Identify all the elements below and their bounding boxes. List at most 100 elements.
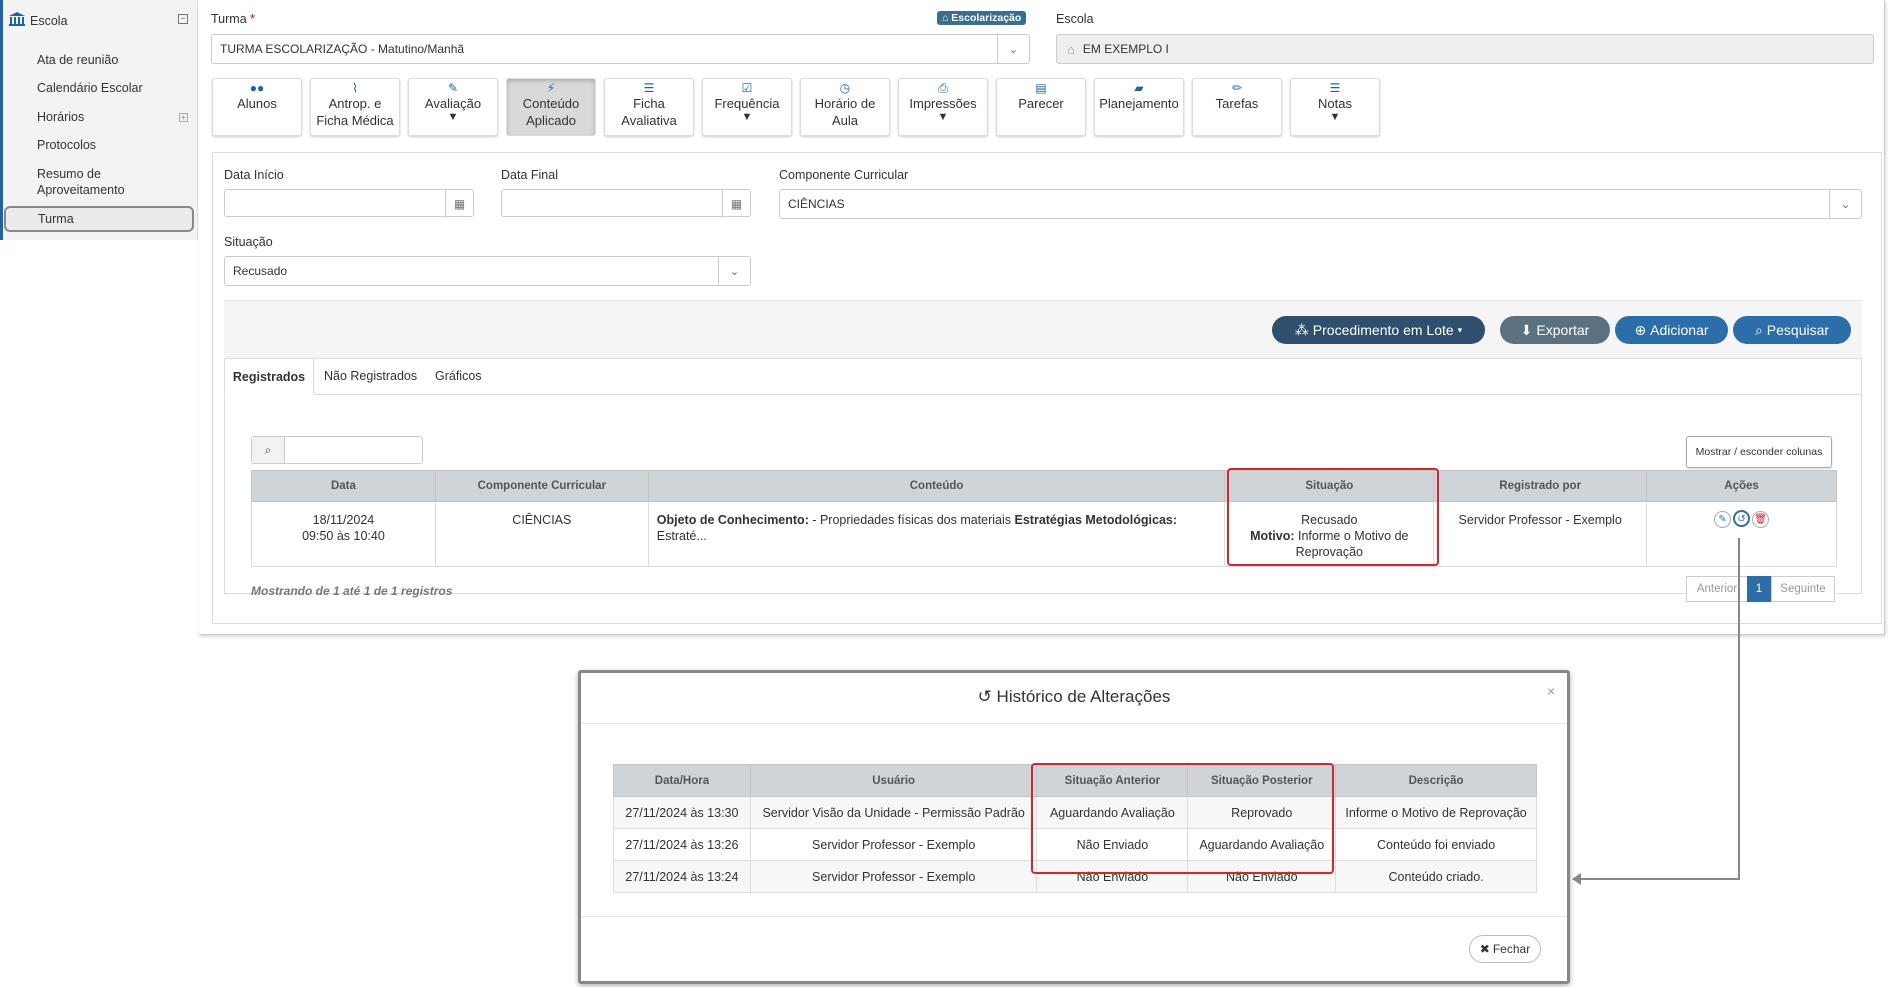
history-modal: ↺ Histórico de Alterações × Data/Hora Us… — [578, 670, 1570, 984]
cell-usuario: Servidor Professor - Exemplo — [749, 860, 1038, 893]
cell-descricao: Conteúdo criado. — [1335, 860, 1537, 893]
chevron-down-icon[interactable]: ⌄ — [718, 257, 750, 285]
search-icon: ⌕ — [1754, 321, 1763, 338]
col-componente[interactable]: Componente Curricular — [434, 470, 649, 502]
tile-parecer[interactable]: ▤ Parecer — [996, 78, 1086, 136]
pesquisar-button[interactable]: ⌕ Pesquisar — [1733, 316, 1851, 344]
chevron-down-icon[interactable]: ⌄ — [1829, 190, 1861, 218]
cell-descricao: Informe o Motivo de Reprovação — [1335, 796, 1537, 829]
tile-label: Tarefas — [1215, 96, 1259, 111]
situacao-label: Situação — [224, 235, 273, 249]
sidebar-header-label: Escola — [30, 14, 68, 28]
trash-icon[interactable]: 🗑 — [1752, 511, 1770, 528]
componente-select[interactable]: CIÊNCIAS ⌄ — [779, 189, 1862, 219]
tile-label-2: Ficha Médica — [316, 113, 394, 128]
conteudo-label-1: Objeto de Conhecimento: — [656, 513, 809, 527]
tile-label: Parecer — [1018, 96, 1064, 111]
tile-frequencia[interactable]: ☑ Frequência ▼ — [702, 78, 792, 136]
tab-nao-registrados[interactable]: Não Registrados — [324, 358, 424, 394]
chevron-down-icon[interactable]: ⌄ — [997, 35, 1029, 63]
list-icon: ☰ — [643, 81, 655, 95]
exportar-button[interactable]: ⬇ Exportar — [1500, 316, 1610, 344]
tile-label-2: Aula — [831, 113, 859, 128]
conteudo-text-2: Estraté... — [656, 529, 707, 543]
history-icon[interactable]: ↺ — [1733, 510, 1751, 527]
tile-planejamento[interactable]: ▰ Planejamento — [1094, 78, 1184, 136]
situacao-select[interactable]: Recusado ⌄ — [224, 256, 751, 286]
tile-label: Conteúdo — [522, 96, 580, 111]
cell-usuario: Servidor Professor - Exemplo — [749, 828, 1038, 861]
edit-icon[interactable]: ✎ — [1714, 511, 1732, 528]
cell-data: 18/11/2024 09:50 às 10:40 — [251, 501, 436, 567]
tile-label: Avaliação — [424, 96, 482, 111]
tag-text: Escolarização — [951, 12, 1022, 24]
sidebar-item-protocolos[interactable]: Protocolos — [37, 137, 96, 153]
edit-icon: ✎ — [447, 81, 459, 95]
data-table: Data Componente Curricular Conteúdo Situ… — [251, 470, 1837, 567]
calendar-icon[interactable]: ▦ — [722, 190, 750, 218]
procedimento-lote-button[interactable]: ⁂ Procedimento em Lote ▾ — [1272, 316, 1485, 344]
tile-label: Notas — [1318, 96, 1352, 111]
cubes-icon: ⁂ — [1294, 321, 1309, 338]
pencil-icon: ✏ — [1231, 81, 1243, 95]
tile-label: Impressões — [909, 96, 977, 111]
tile-impressoes[interactable]: ⎙ Impressões ▼ — [898, 78, 988, 136]
sidebar-item-calendario[interactable]: Calendário Escolar — [37, 80, 143, 96]
cell-registrado: Servidor Professor - Exemplo — [1433, 501, 1648, 567]
button-label: Fechar — [1492, 942, 1531, 956]
arrow-head — [1572, 873, 1581, 885]
expand-icon[interactable]: + — [179, 113, 188, 122]
tile-horario[interactable]: ◷ Horário de Aula — [800, 78, 890, 136]
cell-datahora: 27/11/2024 às 13:30 — [613, 796, 751, 829]
button-label: Adicionar — [1650, 322, 1709, 338]
tab-registrados[interactable]: Registrados — [224, 358, 314, 395]
button-label: Exportar — [1536, 322, 1590, 338]
col-data[interactable]: Data — [251, 470, 436, 502]
tile-label: Frequência — [714, 96, 780, 111]
sidebar-item-ata[interactable]: Ata de reunião — [37, 52, 118, 68]
show-hide-columns-button[interactable]: Mostrar / esconder colunas — [1686, 436, 1832, 468]
calendar-icon[interactable]: ▦ — [445, 190, 473, 218]
print-icon: ⎙ — [938, 81, 948, 95]
data-inicio-input[interactable]: ▦ — [224, 189, 474, 218]
tile-label: Planejamento — [1099, 96, 1179, 111]
pagination-page[interactable]: 1 — [1747, 576, 1771, 602]
button-label: Pesquisar — [1766, 322, 1830, 338]
sidebar-item-turma[interactable]: Turma — [4, 206, 194, 232]
sidebar-item-horarios[interactable]: Horários — [37, 109, 84, 125]
tile-conteudo[interactable]: ⚡ Conteúdo Aplicado — [506, 78, 596, 136]
collapse-icon[interactable]: − — [178, 14, 188, 24]
tile-avaliacao[interactable]: ✎ Avaliação ▼ — [408, 78, 498, 136]
turma-select[interactable]: TURMA ESCOLARIZAÇÃO - Matutino/Manhã ⌄ — [211, 34, 1030, 64]
pagination-next[interactable]: Seguinte — [1771, 576, 1835, 602]
fechar-button[interactable]: ✖ Fechar — [1469, 935, 1541, 963]
tile-label: Alunos — [237, 96, 277, 111]
col-conteudo[interactable]: Conteúdo — [647, 470, 1226, 502]
close-icon[interactable]: × — [1547, 683, 1555, 699]
tile-label: Ficha — [633, 96, 665, 111]
tile-label: Antrop. e — [328, 96, 382, 111]
col-acoes: Ações — [1646, 470, 1837, 502]
cell-componente: CIÊNCIAS — [434, 501, 649, 567]
data-final-input[interactable]: ▦ — [501, 189, 751, 218]
col-registrado[interactable]: Registrado por — [1433, 470, 1648, 502]
users-icon: ●● — [249, 81, 265, 95]
tab-divider — [224, 394, 1862, 395]
tab-graficos[interactable]: Gráficos — [435, 358, 495, 394]
bank-icon: ⌂ — [1067, 41, 1075, 57]
tile-antrop[interactable]: ⌇ Antrop. e Ficha Médica — [310, 78, 400, 136]
sidebar-item-resumo-2[interactable]: Aproveitamento — [37, 182, 125, 198]
table-search[interactable]: ⌕ — [251, 436, 423, 464]
col-usuario: Usuário — [749, 764, 1038, 797]
tile-tarefas[interactable]: ✏ Tarefas — [1192, 78, 1282, 136]
button-label: Procedimento em Lote — [1312, 322, 1454, 338]
tile-notas[interactable]: ☰ Notas ▼ — [1290, 78, 1380, 136]
tile-alunos[interactable]: ●● Alunos — [212, 78, 302, 136]
sidebar-item-resumo[interactable]: Resumo de — [37, 166, 101, 182]
adicionar-button[interactable]: ⊕ Adicionar — [1615, 316, 1728, 344]
escolarizacao-tag: ⌂ Escolarização — [937, 11, 1027, 25]
tile-ficha[interactable]: ☰ Ficha Avaliativa — [604, 78, 694, 136]
cell-datahora: 27/11/2024 às 13:24 — [613, 860, 751, 893]
turma-label-text: Turma — [211, 12, 247, 26]
sidebar-header[interactable]: Escola — [8, 10, 192, 32]
